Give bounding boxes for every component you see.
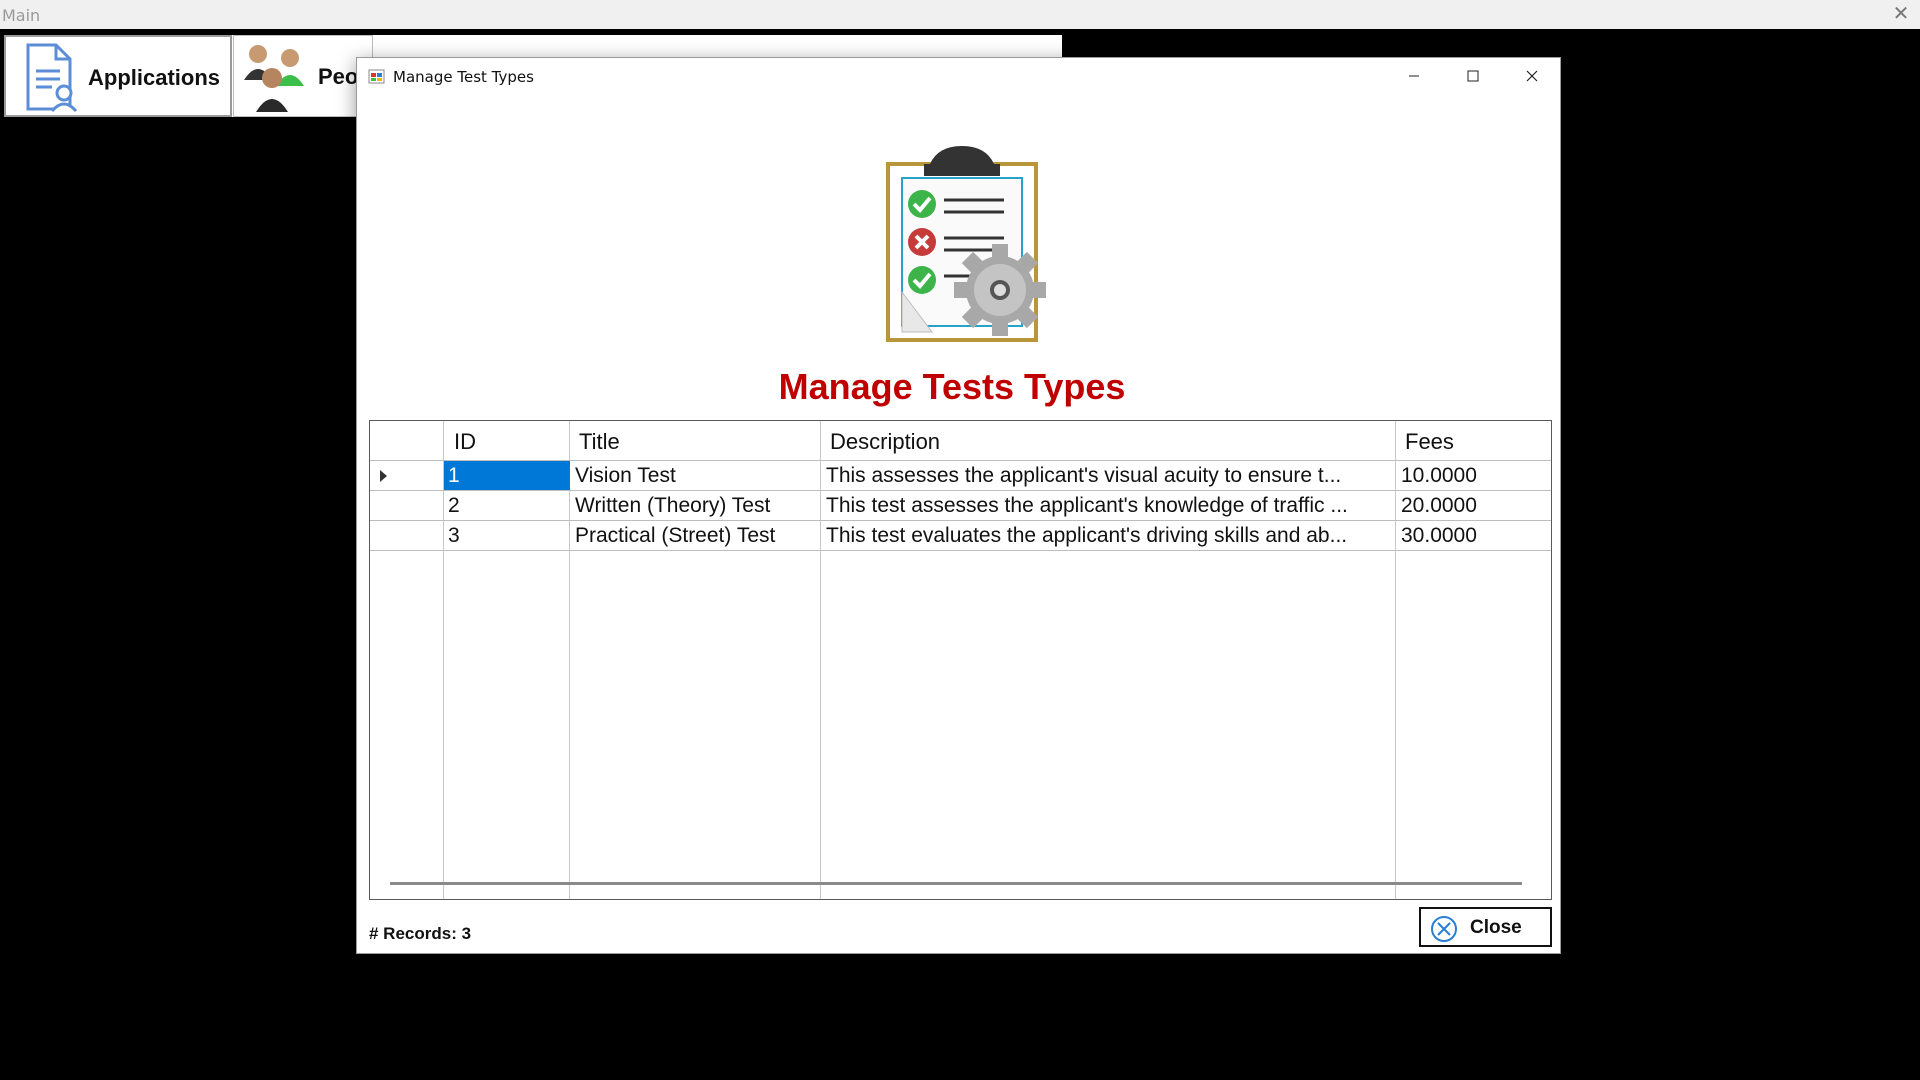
cell-fees[interactable]: 20.0000 xyxy=(1401,494,1551,518)
clipboard-gear-icon xyxy=(886,146,1046,342)
cell-fees[interactable]: 30.0000 xyxy=(1401,524,1551,548)
minimize-icon xyxy=(1409,75,1419,77)
records-count: # Records: 3 xyxy=(369,924,472,943)
cell-title[interactable]: Practical (Street) Test xyxy=(575,524,815,548)
applications-label: Applications xyxy=(88,65,221,90)
app-icon xyxy=(368,69,385,84)
close-button[interactable]: Close xyxy=(1419,907,1552,947)
current-row-icon xyxy=(380,470,387,482)
manage-test-types-dialog: Manage Test Types Manage Tests Types ID … xyxy=(356,57,1561,954)
header-fees[interactable]: Fees xyxy=(1405,429,1454,455)
main-close-icon[interactable]: ✕ xyxy=(1890,3,1912,25)
cell-description[interactable]: This test evaluates the applicant's driv… xyxy=(826,524,1392,548)
horizontal-scrollbar[interactable] xyxy=(390,882,1522,885)
applications-button[interactable]: Applications xyxy=(4,35,232,117)
cell-id[interactable]: 1 xyxy=(448,464,570,488)
close-icon xyxy=(1526,70,1538,82)
cell-title[interactable]: Vision Test xyxy=(575,464,815,488)
circle-x-icon xyxy=(1431,916,1457,942)
cell-id[interactable]: 2 xyxy=(448,494,570,518)
maximize-button[interactable] xyxy=(1444,58,1502,94)
cell-description[interactable]: This assesses the applicant's visual acu… xyxy=(826,464,1392,488)
people-label: Peo xyxy=(318,64,359,89)
test-types-grid[interactable]: ID Title Description Fees 1 Vision Test … xyxy=(369,420,1552,900)
header-title[interactable]: Title xyxy=(579,429,620,455)
dialog-titlebar: Manage Test Types xyxy=(357,58,1560,94)
cell-id[interactable]: 3 xyxy=(448,524,570,548)
close-window-button[interactable] xyxy=(1503,58,1561,94)
dialog-title: Manage Test Types xyxy=(393,68,534,86)
header-description[interactable]: Description xyxy=(830,429,940,455)
people-group-icon xyxy=(244,45,304,112)
minimize-button[interactable] xyxy=(1385,58,1443,94)
cell-title[interactable]: Written (Theory) Test xyxy=(575,494,815,518)
main-window-title: Main xyxy=(2,6,41,25)
close-button-label: Close xyxy=(1470,917,1522,938)
cell-fees[interactable]: 10.0000 xyxy=(1401,464,1551,488)
grid-header: ID Title Description Fees xyxy=(370,421,1551,461)
cell-description[interactable]: This test assesses the applicant's knowl… xyxy=(826,494,1392,518)
header-id[interactable]: ID xyxy=(454,429,476,455)
table-row[interactable]: 2 Written (Theory) Test This test assess… xyxy=(370,491,1551,521)
table-row[interactable]: 1 Vision Test This assesses the applican… xyxy=(370,461,1551,491)
main-titlebar: Main ✕ xyxy=(0,0,1920,29)
people-button[interactable]: Peo xyxy=(233,35,373,117)
page-title: Manage Tests Types xyxy=(778,366,1126,407)
table-row[interactable]: 3 Practical (Street) Test This test eval… xyxy=(370,521,1551,551)
document-user-icon xyxy=(26,43,78,113)
maximize-icon xyxy=(1467,70,1479,82)
